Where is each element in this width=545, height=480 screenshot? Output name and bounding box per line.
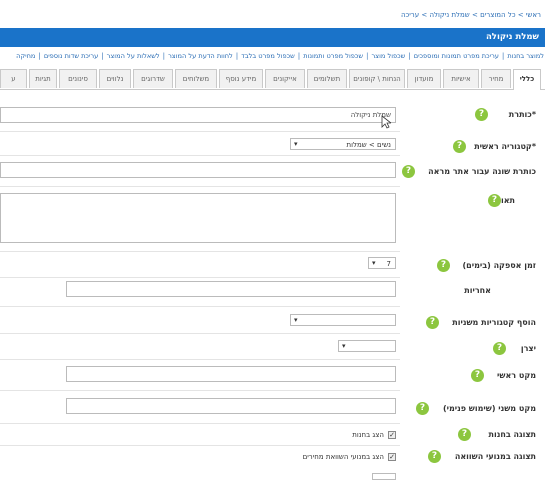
- secondary-categories-label: הוסף קטגוריות משניות: [452, 318, 536, 327]
- help-icon[interactable]: ?: [437, 259, 450, 272]
- title-label: *כותרת: [508, 110, 536, 119]
- divider: [0, 186, 400, 187]
- supply-time-label: זמן אספקה (בימים): [462, 261, 536, 270]
- title-input[interactable]: שמלת ניקולה: [0, 107, 396, 123]
- store-display-checkbox[interactable]: ✓: [388, 431, 396, 439]
- store-display-checkbox-label: הצג בחנות: [352, 431, 384, 439]
- tab-tags[interactable]: תגיות: [29, 69, 57, 88]
- tab-price[interactable]: מחיר: [481, 69, 511, 88]
- mouse-cursor-icon: [381, 115, 391, 129]
- secondary-sku-label: מקט משני (שימוש פנימי): [442, 404, 536, 413]
- link-questions[interactable]: לשאלות על המוצר: [107, 52, 160, 60]
- link-edit-spec[interactable]: עריכת מפרט תמונות ומוספכים: [414, 52, 499, 60]
- main-category-label: *קטגוריה ראשית: [474, 142, 536, 151]
- help-icon[interactable]: ?: [428, 450, 441, 463]
- divider: [0, 131, 400, 132]
- chevron-down-icon: ▾: [372, 259, 376, 267]
- alt-title-label: כותרת שונה עבור אתר מראה: [428, 167, 536, 176]
- next-field-input[interactable]: [372, 473, 396, 480]
- divider: [0, 306, 400, 307]
- description-textarea[interactable]: [0, 193, 396, 243]
- compare-display-label: תצוגה במנועי השוואה: [454, 452, 536, 461]
- divider: [0, 359, 400, 360]
- tab-club[interactable]: מועדון: [407, 69, 441, 88]
- tab-icons[interactable]: אייקונים: [265, 69, 305, 88]
- divider: [0, 277, 400, 278]
- store-display-label: תצוגה בחנות: [488, 430, 537, 439]
- help-icon[interactable]: ?: [458, 428, 471, 441]
- tab-more-info[interactable]: מידע נוסף: [219, 69, 263, 88]
- tab-upgrades[interactable]: שדרוגים: [133, 69, 173, 88]
- divider: [0, 251, 400, 252]
- warranty-label: אחריות: [464, 286, 491, 295]
- help-icon[interactable]: ?: [493, 342, 506, 355]
- link-extra-fields[interactable]: עריכת שדות נוספים: [44, 52, 98, 60]
- tab-personal[interactable]: אישיות: [443, 69, 479, 88]
- tab-bar: כללי מחיר אישיות מועדון הנחות \ קופונים …: [0, 69, 545, 90]
- supply-time-select[interactable]: 7 ▾: [368, 257, 396, 269]
- link-duplicate-spec-images[interactable]: שכפול מפרט ותמונות: [303, 52, 363, 60]
- help-icon[interactable]: ?: [471, 369, 484, 382]
- divider: [0, 423, 400, 424]
- help-icon[interactable]: ?: [426, 316, 439, 329]
- help-icon[interactable]: ?: [402, 165, 415, 178]
- tab-payments[interactable]: תשלומים: [307, 69, 347, 88]
- manufacturer-select[interactable]: ▾: [338, 340, 396, 352]
- tab-general[interactable]: כללי: [513, 69, 541, 90]
- warranty-input[interactable]: [66, 281, 396, 297]
- page-title: שמלת ניקולה: [485, 32, 539, 42]
- help-icon[interactable]: ?: [488, 194, 501, 207]
- divider: [0, 390, 400, 391]
- link-store[interactable]: למוצר בחנות: [507, 52, 544, 60]
- tab-discounts[interactable]: הנחות \ קופונים: [349, 69, 405, 88]
- link-duplicate-spec[interactable]: שכפול מפרט בלבד: [241, 52, 295, 60]
- alt-title-input[interactable]: [0, 162, 396, 178]
- tab-filters[interactable]: סינונים: [59, 69, 97, 88]
- divider: [0, 155, 400, 156]
- compare-display-checkbox-label: הצג במנועי השוואת מחירים: [302, 453, 384, 461]
- link-reviews[interactable]: לחוות הדעת על המוצר: [168, 52, 233, 60]
- divider: [0, 445, 400, 446]
- manufacturer-label: יצרן: [520, 344, 536, 353]
- tab-shipping[interactable]: משלוחים: [175, 69, 217, 88]
- product-links-row: למוצר בחנות | עריכת מפרט תמונות ומוספכים…: [16, 52, 544, 60]
- help-icon[interactable]: ?: [416, 402, 429, 415]
- link-delete[interactable]: מחיקה: [16, 52, 35, 60]
- breadcrumb[interactable]: ראשי > כל המוצרים > שמלת ניקולה > עריכה: [401, 11, 541, 19]
- main-category-select[interactable]: נשים > שמלות ▾: [290, 138, 396, 150]
- help-icon[interactable]: ?: [475, 108, 488, 121]
- help-icon[interactable]: ?: [453, 140, 466, 153]
- divider: [0, 333, 400, 334]
- tab-more[interactable]: ע: [0, 69, 27, 88]
- tab-accessories[interactable]: נלווים: [99, 69, 131, 88]
- page-title-bar: שמלת ניקולה: [0, 28, 545, 47]
- link-duplicate[interactable]: שכפול מוצר: [371, 52, 405, 60]
- chevron-down-icon: ▾: [294, 316, 298, 324]
- main-sku-input[interactable]: [66, 366, 396, 382]
- secondary-sku-input[interactable]: [66, 398, 396, 414]
- secondary-categories-select[interactable]: ▾: [290, 314, 396, 326]
- main-sku-label: מקט ראשי: [497, 371, 536, 380]
- chevron-down-icon: ▾: [294, 140, 298, 148]
- compare-display-checkbox[interactable]: ✓: [388, 453, 396, 461]
- chevron-down-icon: ▾: [342, 342, 346, 350]
